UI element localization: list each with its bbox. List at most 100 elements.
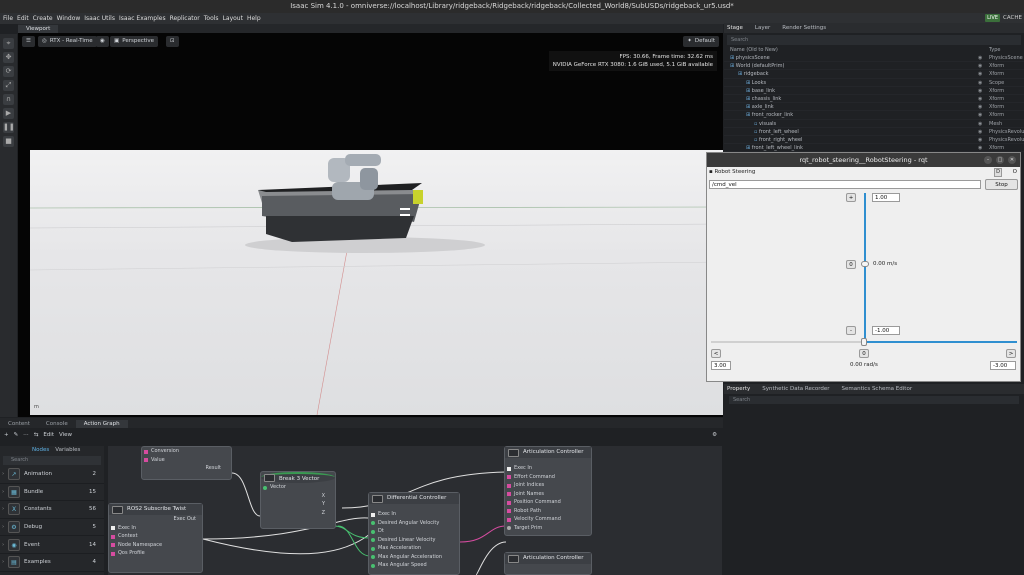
eye-icon[interactable]: ◉ [978, 95, 982, 103]
menu-edit[interactable]: Edit [17, 15, 29, 22]
tab-action-graph[interactable]: Action Graph [75, 420, 128, 428]
angular-slider-handle[interactable] [861, 338, 867, 346]
col-name[interactable]: Name (Old to New) [730, 47, 778, 54]
port-target-prim[interactable]: Target Prim [505, 524, 591, 533]
tab-synthetic-data[interactable]: Synthetic Data Recorder [762, 384, 829, 394]
port-desired-linear-velocity[interactable]: Desired Linear Velocity [369, 536, 459, 545]
toolbar-edit[interactable]: Edit [43, 432, 54, 438]
angular-right-button[interactable]: > [1006, 349, 1016, 358]
port-conversion[interactable]: Conversion [142, 447, 231, 456]
port-x[interactable]: X [261, 492, 335, 501]
port-exec-in[interactable]: Exec In [109, 524, 202, 533]
add-icon[interactable]: + [4, 432, 9, 438]
eye-icon[interactable]: ◉ [978, 120, 982, 128]
actiongraph-node[interactable]: Conversion Value Result [141, 446, 232, 480]
menu-isaac-examples[interactable]: Isaac Examples [119, 15, 166, 22]
differential-controller-node[interactable]: Differential Controller Exec In Desired … [368, 492, 460, 575]
port-position-command[interactable]: Position Command [505, 498, 591, 507]
stage-tree-row[interactable]: ▫ front_left_wheel ◉ PhysicsRevolut [724, 128, 1024, 136]
tab-layer[interactable]: Layer [755, 23, 770, 33]
menu-replicator[interactable]: Replicator [170, 15, 200, 22]
angular-right-input[interactable]: -3.00 [990, 361, 1016, 370]
tab-nodes[interactable]: Nodes [32, 446, 49, 455]
stop-button[interactable]: Stop [985, 179, 1018, 190]
snap-tool-icon[interactable]: ∩ [3, 94, 14, 105]
close-icon[interactable]: ✕ [1008, 156, 1016, 164]
menu-create[interactable]: Create [33, 15, 53, 22]
plugin-close-button[interactable]: O [1013, 167, 1017, 177]
port-desired-angular-velocity[interactable]: Desired Angular Velocity [369, 519, 459, 528]
eye-icon[interactable]: ◉ [978, 111, 982, 119]
eye-icon[interactable]: ◉ [978, 70, 982, 78]
eye-icon[interactable]: ◉ [978, 62, 982, 70]
port-velocity-command[interactable]: Velocity Command [505, 515, 591, 524]
play-icon[interactable]: ▶ [3, 108, 14, 119]
topic-input[interactable]: /cmd_vel [709, 180, 981, 189]
port-joint-names[interactable]: Joint Names [505, 490, 591, 499]
angular-left-input[interactable]: 3.00 [711, 361, 731, 370]
live-badge[interactable]: LIVE [985, 14, 1000, 22]
tab-stage[interactable]: Stage [727, 23, 743, 33]
select-tool-icon[interactable]: ⌖ [3, 38, 14, 49]
camera-button[interactable]: ▣ Perspective [110, 36, 159, 47]
port-result[interactable]: Result [142, 464, 231, 473]
menu-help[interactable]: Help [247, 15, 261, 22]
linear-minus-button[interactable]: - [846, 326, 856, 335]
port-y[interactable]: Y [261, 500, 335, 509]
rqt-titlebar[interactable]: rqt_robot_steering__RobotSteering - rqt … [707, 153, 1020, 167]
graph-settings-icon[interactable]: ⚙ [712, 432, 717, 438]
port-max-angular-speed[interactable]: Max Angular Speed [369, 561, 459, 570]
stage-tree-row[interactable]: ⊞ base_link ◉ Xform [724, 87, 1024, 95]
rotate-tool-icon[interactable]: ⟳ [3, 66, 14, 77]
maximize-icon[interactable]: □ [996, 156, 1004, 164]
menu-file[interactable]: File [3, 15, 13, 22]
port-max-acceleration[interactable]: Max Acceleration [369, 544, 459, 553]
move-tool-icon[interactable]: ✥ [3, 52, 14, 63]
port-max-angular-acceleration[interactable]: Max Angular Acceleration [369, 553, 459, 562]
port-exec-in[interactable]: Exec In [505, 464, 591, 473]
scene-render[interactable]: m [29, 150, 724, 416]
port-exec-in[interactable]: Exec In [369, 510, 459, 519]
tab-variables[interactable]: Variables [55, 446, 80, 455]
default-button[interactable]: ✦ Default [683, 36, 719, 47]
eye-icon[interactable]: ◉ [978, 54, 982, 62]
port-qos-profile[interactable]: Qos Profile [109, 549, 202, 558]
port-value[interactable]: Value [142, 456, 231, 465]
stage-tree-row[interactable]: ▫ front_right_wheel ◉ PhysicsRevolut [724, 136, 1024, 145]
eye-icon[interactable]: ◉ [978, 79, 982, 87]
tab-viewport[interactable]: Viewport [18, 25, 59, 33]
stage-search-input[interactable]: Search [727, 35, 1021, 45]
category-animation[interactable]: › ↗ Animation 2 [0, 466, 104, 484]
capture-icon[interactable]: ⊡ [166, 36, 179, 47]
ros2-subscribe-twist-node[interactable]: ROS2 Subscribe Twist Exec Out Exec In Co… [108, 503, 203, 573]
stage-tree-row[interactable]: ⊞ World (defaultPrim) ◉ Xform [724, 62, 1024, 71]
angular-left-button[interactable]: < [711, 349, 721, 358]
port-robot-path[interactable]: Robot Path [505, 507, 591, 516]
eye-icon[interactable]: ◉ [978, 128, 982, 136]
category-examples[interactable]: › ▤ Examples 4 [0, 554, 104, 572]
property-search-input[interactable]: Search [729, 396, 1019, 404]
port-exec-out[interactable]: Exec Out [109, 515, 202, 524]
tab-semantics[interactable]: Semantics Schema Editor [842, 384, 913, 394]
viewport[interactable]: ☰ ◎ RTX - Real-Time ◉ ▣ Perspective ⊡ ✦ Def… [18, 33, 724, 417]
port-dt[interactable]: Dt [369, 527, 459, 536]
stage-tree-row[interactable]: ⊞ front_rocker_link ◉ Xform [724, 111, 1024, 120]
rqt-window[interactable]: rqt_robot_steering__RobotSteering - rqt … [706, 152, 1021, 382]
category-constants[interactable]: › X Constants 56 [0, 501, 104, 519]
stage-tree-row[interactable]: ⊞ physicsScene ◉ PhysicsScene [724, 54, 1024, 63]
linear-min-input[interactable]: -1.00 [872, 326, 900, 335]
library-search-input[interactable]: Search [3, 456, 101, 465]
category-event[interactable]: › ◉ Event 14 [0, 536, 104, 554]
eye-toggle-icon[interactable]: ◉ [96, 36, 109, 47]
minimize-icon[interactable]: – [984, 156, 992, 164]
renderer-button[interactable]: ◎ RTX - Real-Time [38, 36, 97, 47]
edit-icon[interactable]: ✎ [14, 432, 19, 438]
linear-plus-button[interactable]: + [846, 193, 856, 202]
eye-icon[interactable]: ◉ [978, 136, 982, 144]
category-bundle[interactable]: › ▦ Bundle 15 [0, 484, 104, 502]
tab-render-settings[interactable]: Render Settings [782, 23, 826, 33]
stage-tree-row[interactable]: ⊞ ridgeback ◉ Xform [724, 70, 1024, 79]
angular-zero-button[interactable]: 0 [859, 349, 869, 358]
layout-icon[interactable]: ⇆ [34, 432, 39, 438]
toolbar-view[interactable]: View [59, 432, 72, 438]
